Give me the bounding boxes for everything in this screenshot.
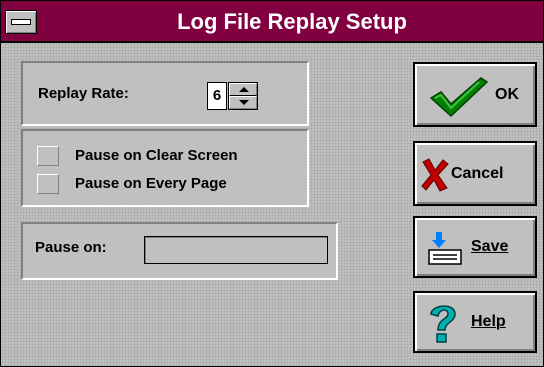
- arrow-up-icon: [239, 87, 249, 92]
- pause-options-group: Pause on Clear Screen Pause on Every Pag…: [21, 129, 309, 207]
- cancel-label: Cancel: [451, 165, 504, 182]
- help-button[interactable]: Help: [413, 291, 537, 353]
- help-label: Help: [471, 313, 506, 330]
- save-icon: [428, 232, 462, 265]
- dialog-window: Log File Replay Setup Replay Rate: 6 Pau…: [0, 0, 544, 367]
- save-label: Save: [471, 238, 509, 255]
- spinner-down-button[interactable]: [229, 96, 257, 109]
- pause-on-clear-screen-checkbox[interactable]: [37, 146, 59, 166]
- checkmark-icon: [429, 77, 489, 118]
- system-menu-icon[interactable]: [5, 10, 37, 34]
- x-mark-icon: [421, 158, 449, 192]
- ok-label: OK: [495, 86, 519, 103]
- spinner-up-button[interactable]: [229, 83, 257, 96]
- pause-on-every-page-checkbox[interactable]: [37, 174, 59, 194]
- replay-rate-value[interactable]: 6: [207, 82, 227, 110]
- cancel-button[interactable]: Cancel: [413, 141, 537, 206]
- pause-on-label: Pause on:: [35, 239, 107, 256]
- pause-on-group: Pause on:: [21, 222, 338, 280]
- pause-on-clear-screen-label[interactable]: Pause on Clear Screen: [75, 147, 238, 164]
- title-bar[interactable]: Log File Replay Setup: [1, 1, 543, 43]
- replay-rate-spinner[interactable]: [228, 82, 258, 110]
- question-mark-icon: [430, 305, 456, 343]
- replay-rate-label: Replay Rate:: [38, 85, 129, 102]
- pause-on-input[interactable]: [144, 236, 328, 264]
- replay-rate-group: Replay Rate: 6: [21, 61, 309, 126]
- window-title: Log File Replay Setup: [177, 9, 407, 34]
- pause-on-every-page-label[interactable]: Pause on Every Page: [75, 175, 227, 192]
- arrow-down-icon: [239, 100, 249, 105]
- save-button[interactable]: Save: [413, 216, 537, 278]
- ok-button[interactable]: OK: [413, 62, 537, 127]
